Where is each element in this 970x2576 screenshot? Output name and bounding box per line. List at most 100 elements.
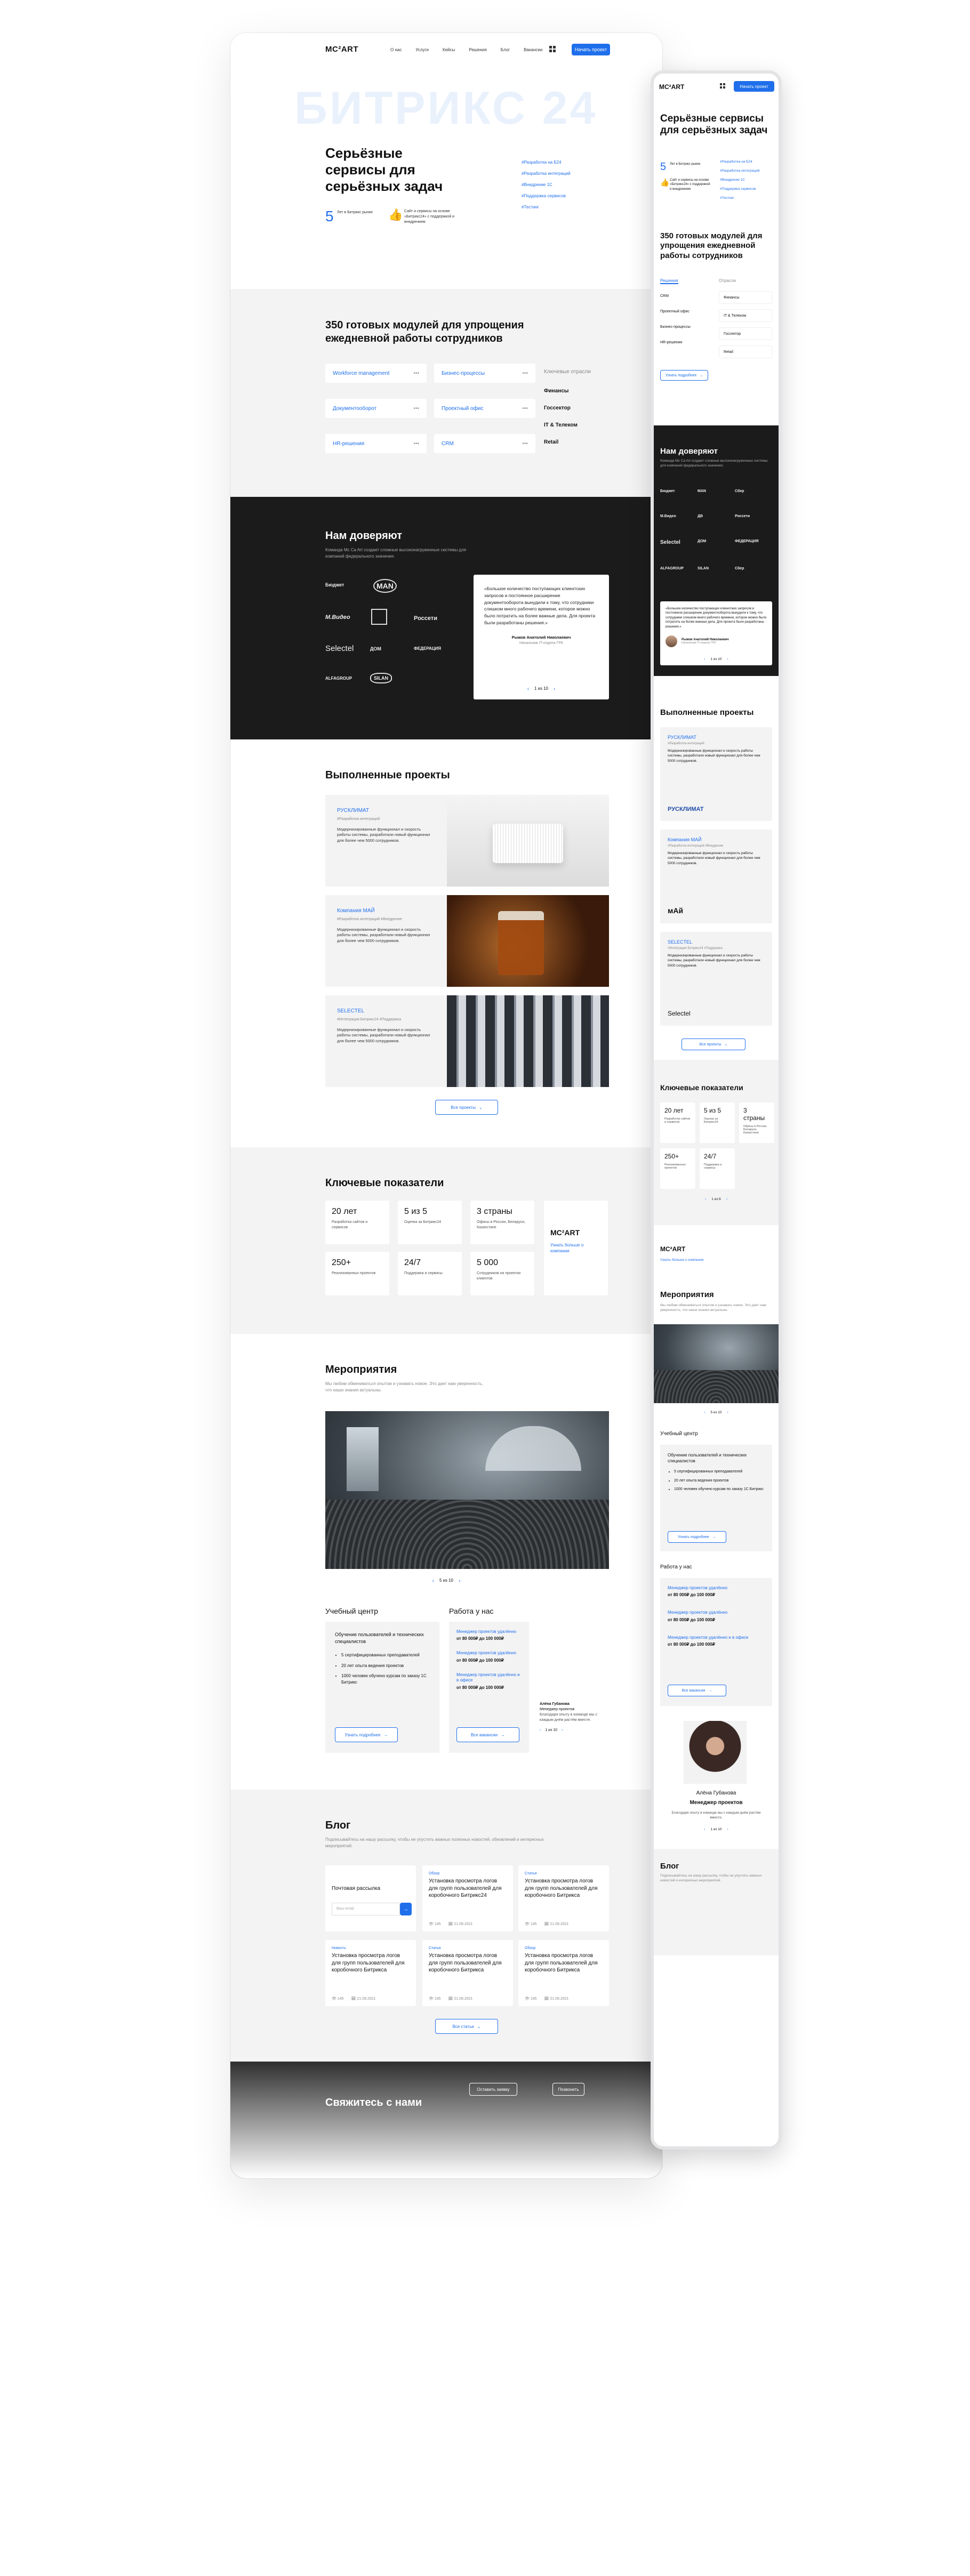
chevron-right-icon[interactable]: › — [459, 1578, 460, 1584]
nav-item-solutions[interactable]: Решения — [469, 47, 487, 52]
views-icon: 👁 145 — [525, 1997, 537, 2001]
project-card[interactable]: Компания МАЙ #Разработка интеграций #Внед… — [325, 895, 609, 987]
nav-item-blog[interactable]: Блог — [501, 47, 510, 52]
vacancy-item[interactable]: Менеджер проектов удалённо и в офисе от 8… — [456, 1672, 522, 1690]
hero-link[interactable]: #Поддержка сервисов — [522, 194, 571, 198]
chevron-left-icon[interactable]: ‹ — [704, 1411, 705, 1414]
hero-link[interactable]: #Внедрение 1С — [522, 182, 571, 187]
chevron-right-icon[interactable]: › — [554, 686, 555, 692]
project-card[interactable]: РУСКЛИМАТ #Разработка интеграций Модернизи… — [325, 795, 609, 887]
arrow-right-icon: → — [501, 1732, 506, 1737]
mobile-events-pager: ‹ 5 из 10 › — [704, 1411, 728, 1414]
chevron-right-icon[interactable]: › — [726, 1197, 727, 1201]
mobile-tab-industries[interactable]: Отрасли — [719, 278, 736, 283]
footer-call-button[interactable]: Позвонить — [552, 2083, 584, 2096]
nav-item-services[interactable]: Услуги — [415, 47, 429, 52]
events-title: Мероприятия — [325, 1364, 397, 1375]
mobile-vacancies-button[interactable]: Все вакансии → — [668, 1685, 726, 1696]
mobile-industries-list: Финансы IT & Телеком Госсектор Retail — [719, 291, 772, 358]
module-pill[interactable]: Бизнес-процессы ••• — [434, 364, 535, 383]
mobile-testimonial-card: «Большое количество поступающих клиентск… — [660, 601, 772, 665]
mobile-hero-stat-text: Лет в Битрикс рынке — [670, 163, 701, 166]
training-more-button[interactable]: Узнать подробнее → — [335, 1727, 398, 1742]
module-pill[interactable]: Документооборот ••• — [325, 399, 427, 418]
nav-item-about[interactable]: О нас — [390, 47, 402, 52]
mobile-all-projects-button[interactable]: Все проекты ⌄ — [682, 1039, 745, 1050]
kpi-about-link[interactable]: Узнать больше о компании — [550, 1242, 602, 1254]
chevron-left-icon[interactable]: ‹ — [704, 657, 705, 661]
logo[interactable]: MC²ART — [325, 45, 358, 54]
blog-title: Блог — [325, 1820, 351, 1831]
blog-card[interactable]: Статья Установка просмотра логов для груп… — [422, 1940, 513, 2006]
all-projects-button[interactable]: Все проекты ⌄ — [435, 1100, 498, 1115]
client-logo: Россети — [414, 615, 437, 622]
industry-item[interactable]: Retail — [544, 439, 558, 445]
mobile-project-card[interactable]: SELECTEL #Интеграция Битрикс24 #Поддержк… — [660, 932, 772, 1026]
module-pill[interactable]: Проектный офис ••• — [434, 399, 535, 418]
calendar-icon: 🗓 21.09.2021 — [351, 1997, 376, 2001]
main-nav: О нас Услуги Кейсы Решения Блог Вакансии — [390, 47, 542, 52]
mobile-project-card[interactable]: РУСКЛИМАТ #Разработка интеграций Модерни… — [660, 727, 772, 821]
nav-item-jobs[interactable]: Вакансии — [524, 47, 542, 52]
hero: БИТРИКС 24 Серьёзные сервисы для серьёзн… — [230, 65, 662, 289]
testimonial-card: «Большое количество поступающих клиентск… — [474, 575, 609, 699]
mobile-projects-title: Выполненные проекты — [660, 708, 754, 717]
footer-request-button[interactable]: Оставить заявку — [469, 2083, 517, 2096]
mobile-tab-solutions[interactable]: Решения — [660, 278, 678, 284]
module-pill[interactable]: Workforce management ••• — [325, 364, 427, 383]
blog-card[interactable]: Статья Установка просмотра логов для груп… — [518, 1865, 609, 1931]
mobile-training-button[interactable]: Узнать подробнее → — [668, 1531, 726, 1543]
client-logo-frame-icon — [371, 609, 387, 625]
mobile-kpi-link[interactable]: Узнать больше о компании — [660, 1258, 703, 1262]
vacancy-item[interactable]: Менеджер проектов удалённо от 80 000₽ до … — [456, 1629, 522, 1641]
mobile-project-card[interactable]: Компания МАЙ #Разработка интеграций #Вне… — [660, 830, 772, 923]
all-vacancies-button[interactable]: Все вакансии → — [456, 1727, 519, 1742]
grid-icon[interactable] — [549, 46, 556, 52]
project-card[interactable]: SELECTEL #Интеграция Битрикс24 #Поддержка… — [325, 995, 609, 1087]
calendar-icon: 🗓 21.09.2021 — [544, 1997, 569, 2001]
hero-link[interactable]: #Разработка на Б24 — [522, 160, 571, 165]
chevron-right-icon[interactable]: › — [727, 1411, 728, 1414]
chevron-down-icon: ⌄ — [479, 1105, 483, 1110]
nav-item-cases[interactable]: Кейсы — [443, 47, 455, 52]
mobile-kpi-pager: ‹ 1 из 6 › — [705, 1197, 727, 1201]
chevron-left-icon[interactable]: ‹ — [527, 686, 529, 692]
hero-link[interactable]: #Тестинг — [522, 205, 571, 210]
industry-item[interactable]: Госсектор — [544, 405, 571, 411]
chevron-right-icon[interactable]: › — [562, 1728, 563, 1733]
chevron-left-icon[interactable]: ‹ — [540, 1728, 541, 1733]
mobile-modules-more-button[interactable]: Узнать подробнее ⌄ — [660, 370, 708, 381]
mobile-grid-icon[interactable] — [720, 83, 725, 88]
mobile-kpi-card: 5 из 5 Оценка за Битрикс24 — [700, 1102, 735, 1143]
chevron-down-icon: ⌄ — [477, 2024, 481, 2029]
module-pill[interactable]: CRM ••• — [434, 434, 535, 453]
chevron-right-icon[interactable]: › — [727, 1828, 728, 1831]
blog-card[interactable]: Обзор Установка просмотра логов для групп… — [422, 1865, 513, 1931]
showcase-canvas: MC²ART О нас Услуги Кейсы Решения Блог В… — [0, 0, 970, 2576]
testimonial-role: Начальник IT-отдела ГРК — [519, 641, 563, 645]
hero-link[interactable]: #Разработка интеграций — [522, 171, 571, 176]
vacancy-item[interactable]: Менеджер проектов удалённо от 80 000₽ до … — [456, 1651, 522, 1662]
industry-item[interactable]: IT & Телеком — [544, 422, 578, 428]
training-list: 5 сертифицированных преподавателей 20 ле… — [335, 1652, 430, 1685]
chevron-left-icon[interactable]: ‹ — [432, 1578, 434, 1584]
start-project-button[interactable]: Начать проект — [572, 44, 610, 55]
subscribe-email-input[interactable]: Ваш email — [332, 1903, 400, 1915]
mobile-kpi-logo: MC²ART — [660, 1245, 686, 1253]
chevron-left-icon[interactable]: ‹ — [704, 1828, 705, 1831]
module-pill[interactable]: HR-решения ••• — [325, 434, 427, 453]
industry-item[interactable]: Финансы — [544, 388, 568, 394]
chevron-right-icon[interactable]: › — [727, 657, 728, 661]
kpi-about-card[interactable]: MC²ART Узнать больше о компании — [544, 1201, 608, 1295]
client-logo: ФЕДЕРАЦИЯ — [414, 646, 441, 651]
blog-card[interactable]: Новость Установка просмотра логов для гру… — [325, 1940, 416, 2006]
subscribe-submit-button[interactable]: → — [400, 1903, 412, 1915]
arrow-right-icon: → — [708, 1688, 712, 1693]
mobile-logo[interactable]: MC²ART — [659, 83, 684, 91]
client-logo: SILAN — [370, 673, 392, 683]
blog-card[interactable]: Обзор Установка просмотра логов для групп… — [518, 1940, 609, 2006]
all-posts-button[interactable]: Все статьи ⌄ — [435, 2019, 498, 2034]
mobile-start-project-button[interactable]: Начать проект — [734, 81, 774, 92]
chevron-left-icon[interactable]: ‹ — [705, 1197, 706, 1201]
events-section: Мероприятия Мы любим обмениваться опытом… — [230, 1334, 662, 1790]
